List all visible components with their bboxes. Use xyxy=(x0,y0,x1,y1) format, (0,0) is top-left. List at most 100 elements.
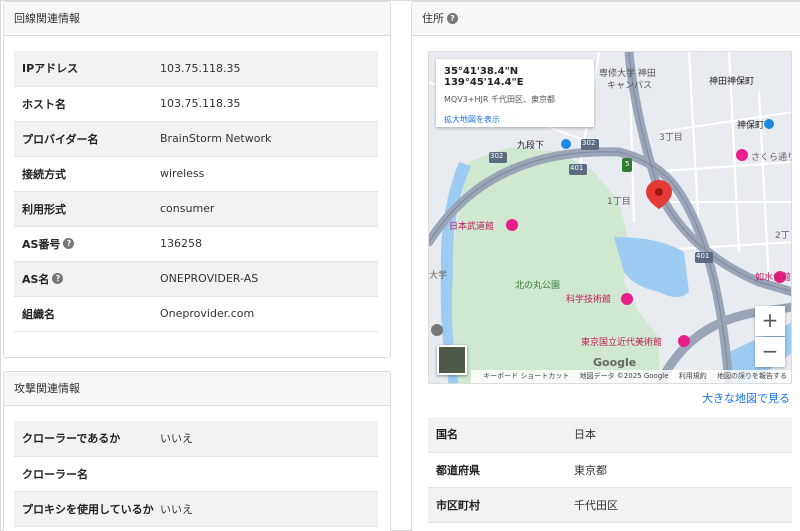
map-label-2chome: 2丁 xyxy=(775,231,790,241)
map-label-kitanomaru: 北の丸公園 xyxy=(515,281,561,291)
row-key-label: 組織名 xyxy=(22,307,55,321)
address-title: 住所 xyxy=(422,12,444,25)
row-key-label: クローラー名 xyxy=(22,467,88,481)
row-key-label: 市区町村 xyxy=(436,498,480,512)
row-value: 千代田区 xyxy=(574,487,792,523)
row-key: 組織名 xyxy=(14,296,160,332)
row-value xyxy=(160,456,378,492)
row-key: クローラーであるか xyxy=(14,421,160,457)
row-key: クローラー名 xyxy=(14,456,160,492)
row-key: AS名? xyxy=(14,261,160,297)
row-key: 都道府県 xyxy=(428,452,574,488)
map-view[interactable]: 日本武道館 北の丸公園 科学技術館 東京国立近代美術館 九段下 神田神保町 神保… xyxy=(428,51,792,384)
table-row: 都道府県 東京都 xyxy=(428,452,792,488)
map-route-302-a: 302 xyxy=(490,152,504,160)
table-row: AS名? ONEPROVIDER-AS xyxy=(14,261,378,297)
row-key-label: 利用形式 xyxy=(22,202,66,216)
table-row: 市区町村 千代田区 xyxy=(428,487,792,523)
row-value: consumer xyxy=(160,191,378,227)
map-info-card: 35°41'38.4"N 139°45'14.4"E MQV3+HJR 千代田区… xyxy=(436,59,594,127)
attack-info-panel: 攻撃関連情報 クローラーであるか いいえクローラー名プロキシを使用しているか いいえ xyxy=(3,371,391,531)
map-label-univ: 大学 xyxy=(429,271,448,281)
help-icon[interactable]: ? xyxy=(63,238,75,249)
table-row: IPアドレス 103.75.118.35 xyxy=(14,51,378,87)
zoom-in-button[interactable]: + xyxy=(755,306,785,336)
line-info-table: IPアドレス 103.75.118.35 ホスト名 103.75.118.35 プロバイ… xyxy=(14,51,378,332)
row-key: IPアドレス xyxy=(14,51,160,87)
table-row: ホスト名 103.75.118.35 xyxy=(14,86,378,122)
table-row: 利用形式 consumer xyxy=(14,191,378,227)
map-label-jinbocho-station: 神保町 xyxy=(737,121,765,131)
line-info-title: 回線関連情報 xyxy=(4,2,390,36)
table-row: 組織名 Oneprovider.com xyxy=(14,296,378,332)
terms-link[interactable]: 利用規約 xyxy=(679,372,707,380)
address-table: 国名 日本都道府県 東京都市区町村 千代田区 xyxy=(428,417,792,523)
help-icon[interactable]: ? xyxy=(52,273,64,284)
row-key: 利用形式 xyxy=(14,191,160,227)
map-label-budokan: 日本武道館 xyxy=(449,222,495,232)
row-value: 103.75.118.35 xyxy=(160,86,378,122)
line-info-panel: 回線関連情報 IPアドレス 103.75.118.35 ホスト名 103.75.118… xyxy=(3,1,391,358)
enlarge-map-link[interactable]: 拡大地図を表示 xyxy=(444,114,586,125)
row-key: プロバイダー名 xyxy=(14,121,160,157)
map-label-3chome: 3丁目 xyxy=(659,133,683,143)
row-value: 東京都 xyxy=(574,452,792,488)
map-route-401-a: 401 xyxy=(570,164,584,172)
row-key-label: ホスト名 xyxy=(22,97,66,111)
table-row: 接続方式 wireless xyxy=(14,156,378,192)
row-key: 市区町村 xyxy=(428,487,574,523)
row-value: Oneprovider.com xyxy=(160,296,378,332)
row-key-label: 都道府県 xyxy=(436,463,480,477)
table-row: プロキシを使用しているか いいえ xyxy=(14,491,378,527)
keyboard-shortcuts-link[interactable]: キーボード ショートカット xyxy=(483,372,569,380)
row-key-label: AS名 xyxy=(22,272,50,286)
row-key-label: AS番号 xyxy=(22,237,61,251)
map-route-5: 5 xyxy=(625,160,630,168)
map-label-sakura: さくら通り xyxy=(751,153,792,163)
row-key: 国名 xyxy=(428,417,574,453)
table-row: 国名 日本 xyxy=(428,417,792,453)
row-value: 103.75.118.35 xyxy=(160,51,378,87)
row-key-label: 接続方式 xyxy=(22,167,66,181)
map-label-jinbocho: 神田神保町 xyxy=(709,77,755,87)
big-map-link[interactable]: 大きな地図で見る xyxy=(702,390,790,406)
map-attribution: キーボード ショートカット 地図データ ©2025 Google 利用規約 地図… xyxy=(471,370,791,383)
address-title-bar: 住所? xyxy=(412,2,800,36)
google-logo: Google xyxy=(593,356,637,369)
map-route-401-b: 401 xyxy=(696,252,710,260)
row-value: 136258 xyxy=(160,226,378,262)
table-row: AS番号? 136258 xyxy=(14,226,378,262)
map-label-1chome: 1丁目 xyxy=(607,197,631,207)
map-label-kagaku: 科学技術館 xyxy=(566,295,612,305)
row-key-label: プロバイダー名 xyxy=(22,132,99,146)
row-key: プロキシを使用しているか xyxy=(14,491,160,527)
row-key: 接続方式 xyxy=(14,156,160,192)
zoom-out-button[interactable]: − xyxy=(755,337,785,367)
row-key: AS番号? xyxy=(14,226,160,262)
map-data-credit: 地図データ ©2025 Google xyxy=(579,372,669,380)
attack-info-table: クローラーであるか いいえクローラー名プロキシを使用しているか いいえ xyxy=(14,421,378,527)
row-key-label: IPアドレス xyxy=(22,62,79,76)
map-plus-code: MQV3+HJR 千代田区、東京都 xyxy=(444,95,555,104)
row-key-label: プロキシを使用しているか xyxy=(22,502,154,516)
map-label-campus: キャンパス xyxy=(607,81,653,91)
table-row: プロバイダー名 BrainStorm Network xyxy=(14,121,378,157)
report-error-link[interactable]: 地図の誤りを報告する xyxy=(717,372,787,380)
row-key-label: 国名 xyxy=(436,428,458,442)
satellite-toggle-button[interactable] xyxy=(437,345,467,375)
row-value: 日本 xyxy=(574,417,792,453)
row-key: ホスト名 xyxy=(14,86,160,122)
table-row: クローラー名 xyxy=(14,456,378,492)
map-label-nyoshui: 如水会館 xyxy=(755,273,792,283)
row-value: ONEPROVIDER-AS xyxy=(160,261,378,297)
map-coordinates: 35°41'38.4"N 139°45'14.4"E xyxy=(444,66,524,88)
map-route-302-b: 302 xyxy=(582,139,596,147)
row-value: wireless xyxy=(160,156,378,192)
row-value: BrainStorm Network xyxy=(160,121,378,157)
map-label-kindai: 東京国立近代美術館 xyxy=(581,338,663,348)
row-key-label: クローラーであるか xyxy=(22,432,121,446)
map-label-kudanshita: 九段下 xyxy=(517,141,545,151)
help-icon[interactable]: ? xyxy=(447,12,458,24)
attack-info-title: 攻撃関連情報 xyxy=(4,372,390,406)
row-value: いいえ xyxy=(160,421,378,457)
